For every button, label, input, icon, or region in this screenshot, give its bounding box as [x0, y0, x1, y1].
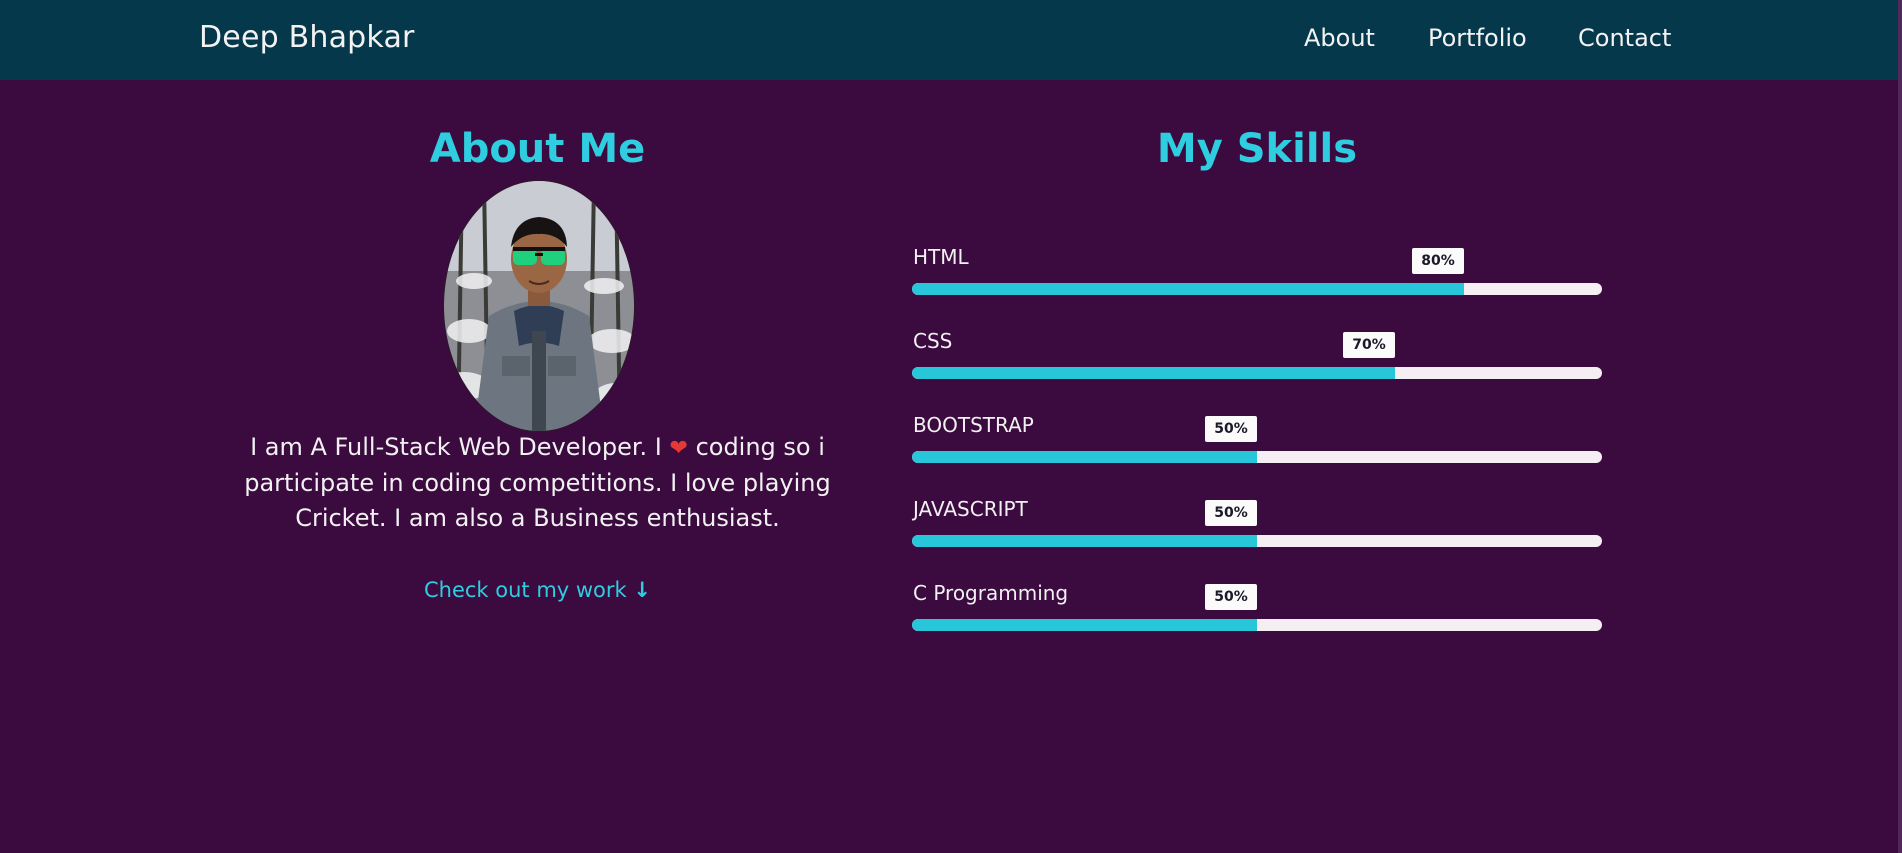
skill-name: BOOTSTRAP — [913, 413, 1034, 437]
skill-progress-fill — [912, 535, 1257, 547]
avatar-photo — [444, 181, 634, 431]
skills-title: My Skills — [1156, 126, 1358, 172]
skill-name: HTML — [913, 245, 969, 269]
skill-percent-badge: 50% — [1205, 584, 1257, 610]
skill-percent-badge: 50% — [1205, 416, 1257, 442]
skill-progress-fill — [912, 283, 1464, 295]
skill-name: CSS — [913, 329, 953, 353]
brand-link[interactable]: Deep Bhapkar — [199, 20, 415, 55]
skill-item: CSS 70% — [912, 327, 1602, 411]
skill-item: HTML 80% — [912, 243, 1602, 327]
skill-progress-bar — [912, 367, 1602, 379]
skill-progress-bar — [912, 535, 1602, 547]
navbar: Deep Bhapkar About Portfolio Contact — [0, 0, 1902, 80]
skill-progress-fill — [912, 619, 1257, 631]
skill-item: JAVASCRIPT 50% — [912, 495, 1602, 579]
check-out-work-link[interactable]: Check out my work ↓ — [240, 578, 835, 602]
nav-link-about[interactable]: About — [1304, 24, 1375, 52]
skill-percent-badge: 70% — [1343, 332, 1395, 358]
nav-link-contact[interactable]: Contact — [1578, 24, 1671, 52]
skill-percent-badge: 80% — [1412, 248, 1464, 274]
page: Deep Bhapkar About Portfolio Contact Abo… — [0, 0, 1902, 853]
bio-text-start: I am A Full-Stack Web Developer. I — [250, 433, 662, 461]
skill-item: BOOTSTRAP 50% — [912, 411, 1602, 495]
skill-item: C Programming 50% — [912, 579, 1602, 663]
nav-link-portfolio[interactable]: Portfolio — [1428, 24, 1527, 52]
skills-list: HTML 80% CSS 70% BOOTSTRAP 50% JAVASCRIP… — [912, 243, 1602, 663]
arrow-down-icon: ↓ — [633, 578, 652, 602]
avatar — [443, 180, 635, 432]
about-title: About Me — [429, 126, 646, 172]
skill-name: JAVASCRIPT — [913, 497, 1028, 521]
skill-progress-bar — [912, 283, 1602, 295]
bio-text: I am A Full-Stack Web Developer. I ❤ cod… — [240, 430, 835, 536]
skill-progress-fill — [912, 451, 1257, 463]
scrollbar[interactable] — [1898, 0, 1902, 853]
skill-progress-fill — [912, 367, 1395, 379]
skill-progress-bar — [912, 619, 1602, 631]
check-out-work-label: Check out my work — [423, 578, 627, 602]
skill-name: C Programming — [913, 581, 1069, 605]
heart-icon: ❤ — [669, 436, 688, 461]
skill-progress-bar — [912, 451, 1602, 463]
skill-percent-badge: 50% — [1205, 500, 1257, 526]
